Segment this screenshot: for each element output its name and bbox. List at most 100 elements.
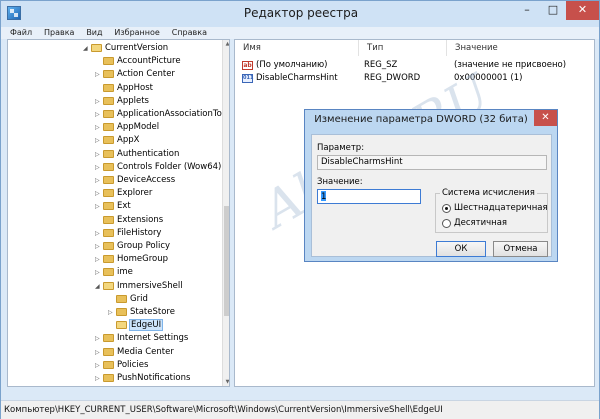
tree-item-label: Policies bbox=[117, 359, 149, 370]
cancel-button[interactable]: Отмена bbox=[493, 241, 548, 257]
tree-item[interactable]: ▷ DeviceAccess bbox=[95, 174, 175, 187]
tree-item[interactable]: AppHost bbox=[95, 82, 153, 95]
minimize-button[interactable]: – bbox=[514, 1, 540, 20]
title-bar[interactable]: Редактор реестра – □ ✕ bbox=[1, 1, 599, 27]
tree-item-label: CurrentVersion bbox=[105, 43, 169, 53]
tree-item-label: Internet Settings bbox=[117, 333, 189, 344]
list-row-disablecharmshint[interactable]: 011 DisableCharmsHint REG_DWORD 0x000000… bbox=[235, 72, 594, 85]
expand-arrow-icon[interactable]: ▷ bbox=[95, 227, 102, 240]
tree-item[interactable]: Grid bbox=[108, 293, 148, 306]
scroll-up-icon[interactable]: ▲ bbox=[223, 41, 229, 47]
tree-item[interactable]: ◢ CurrentVersion bbox=[83, 42, 168, 55]
scroll-down-icon[interactable]: ▼ bbox=[223, 379, 229, 385]
tree-item[interactable]: ◢ ImmersiveShell bbox=[95, 280, 183, 293]
folder-icon bbox=[103, 347, 114, 356]
tree-item[interactable]: ▷ StateStore bbox=[108, 306, 175, 319]
tree-item[interactable]: ▷ ime bbox=[95, 266, 133, 279]
radio-dec[interactable]: Десятичная bbox=[442, 218, 507, 229]
menu-view[interactable]: Вид bbox=[86, 27, 102, 38]
tree-item-label: Extensions bbox=[117, 214, 164, 225]
column-header-value[interactable]: Значение bbox=[447, 40, 594, 56]
tree-scrollbar[interactable]: ▲ ▼ bbox=[222, 40, 229, 386]
expand-arrow-icon[interactable]: ▷ bbox=[95, 253, 102, 266]
radio-hex-label: Шестнадцатеричная bbox=[454, 203, 548, 213]
list-row-default[interactable]: ab (По умолчанию) REG_SZ (значение не пр… bbox=[235, 59, 594, 72]
tree-item[interactable]: ▷ Applets bbox=[95, 95, 149, 108]
folder-icon bbox=[103, 57, 114, 66]
column-header-name[interactable]: Имя bbox=[235, 40, 359, 56]
registry-tree[interactable]: ▲ ▼ ◢ CurrentVersion AccountPicture ▷ Action… bbox=[7, 39, 230, 387]
expand-arrow-icon[interactable]: ▷ bbox=[95, 346, 102, 359]
radio-hex[interactable]: Шестнадцатеричная bbox=[442, 203, 548, 214]
tree-item[interactable]: AccountPicture bbox=[95, 55, 181, 68]
tree-item[interactable]: EdgeUI bbox=[108, 319, 164, 332]
expand-arrow-icon[interactable]: ▷ bbox=[95, 372, 102, 385]
folder-icon bbox=[116, 321, 127, 330]
tree-item[interactable]: ▷ HomeGroup bbox=[95, 253, 168, 266]
expand-arrow-icon[interactable]: ▷ bbox=[95, 187, 102, 200]
tree-item[interactable]: ▷ PushNotifications bbox=[95, 372, 190, 385]
folder-icon bbox=[103, 360, 114, 369]
tree-item-label: Explorer bbox=[117, 188, 153, 199]
expand-arrow-icon[interactable]: ▷ bbox=[95, 121, 102, 134]
expand-arrow-icon[interactable]: ▷ bbox=[95, 68, 102, 81]
expand-arrow-icon[interactable]: ▷ bbox=[95, 332, 102, 345]
tree-item[interactable]: ▷ AppX bbox=[95, 134, 139, 147]
menu-file[interactable]: Файл bbox=[10, 27, 32, 38]
column-header-type[interactable]: Тип bbox=[359, 40, 447, 56]
expand-arrow-icon[interactable]: ▷ bbox=[95, 200, 102, 213]
tree-item[interactable]: ▷ Ext bbox=[95, 200, 131, 213]
maximize-button[interactable]: □ bbox=[540, 1, 566, 20]
expand-arrow-icon[interactable]: ▷ bbox=[95, 134, 102, 147]
expand-arrow-icon[interactable]: ▷ bbox=[95, 240, 102, 253]
menu-favorites[interactable]: Избранное bbox=[114, 27, 159, 38]
tree-item[interactable]: ▷ AppModel bbox=[95, 121, 159, 134]
tree-item-label: Action Center bbox=[117, 69, 175, 80]
folder-icon bbox=[103, 215, 114, 224]
edit-dword-dialog: Изменение параметра DWORD (32 бита) ✕ Па… bbox=[304, 109, 558, 262]
expand-arrow-icon[interactable]: ▷ bbox=[95, 148, 102, 161]
expanded-arrow-icon[interactable]: ◢ bbox=[95, 280, 102, 293]
tree-item[interactable]: ▷ Explorer bbox=[95, 187, 152, 200]
tree-item[interactable]: ▷ Media Center bbox=[95, 346, 174, 359]
folder-icon bbox=[103, 83, 114, 92]
expanded-arrow-icon[interactable]: ◢ bbox=[83, 42, 90, 55]
tree-item[interactable]: ▷ Group Policy bbox=[95, 240, 170, 253]
tree-item-label: ApplicationAssociationTo bbox=[117, 109, 222, 119]
radio-hex-icon[interactable] bbox=[442, 204, 451, 213]
value-name: DisableCharmsHint bbox=[256, 73, 338, 83]
ok-button[interactable]: ОК bbox=[436, 241, 486, 257]
expand-arrow-icon[interactable]: ▷ bbox=[95, 359, 102, 372]
value-input[interactable]: 1 bbox=[317, 189, 421, 204]
folder-icon bbox=[91, 44, 102, 52]
value-type: REG_SZ bbox=[364, 60, 398, 70]
expand-arrow-icon[interactable]: ▷ bbox=[95, 161, 102, 174]
tree-item[interactable]: ▷ ApplicationAssociationTo bbox=[95, 108, 222, 121]
tree-item[interactable]: ▷ Internet Settings bbox=[95, 332, 188, 345]
menu-bar: Файл Правка Вид Избранное Справка bbox=[1, 27, 599, 39]
dialog-close-button[interactable]: ✕ bbox=[534, 110, 557, 126]
scroll-thumb[interactable] bbox=[224, 206, 229, 316]
tree-item[interactable]: ▷ Authentication bbox=[95, 148, 179, 161]
folder-icon bbox=[103, 334, 114, 343]
expand-arrow-icon[interactable]: ▷ bbox=[108, 306, 115, 319]
tree-item[interactable]: ▷ Controls Folder (Wow64) bbox=[95, 161, 221, 174]
param-name-field: DisableCharmsHint bbox=[317, 155, 547, 170]
radio-dec-icon[interactable] bbox=[442, 219, 451, 228]
folder-icon bbox=[103, 96, 114, 105]
tree-item-label: Grid bbox=[130, 293, 148, 304]
close-button[interactable]: ✕ bbox=[566, 1, 599, 20]
tree-item[interactable]: ▷ Policies bbox=[95, 359, 148, 372]
tree-item[interactable]: ▷ Action Center bbox=[95, 68, 175, 81]
expand-arrow-icon[interactable]: ▷ bbox=[95, 95, 102, 108]
tree-item[interactable]: ▷ FileHistory bbox=[95, 227, 161, 240]
expand-arrow-icon[interactable]: ▷ bbox=[95, 108, 102, 121]
expand-arrow-icon[interactable]: ▷ bbox=[95, 266, 102, 279]
menu-help[interactable]: Справка bbox=[172, 27, 207, 38]
tree-item[interactable]: Extensions bbox=[95, 214, 163, 227]
dialog-body: Параметр: DisableCharmsHint Значение: 1 … bbox=[311, 134, 552, 257]
registry-editor-window: Редактор реестра – □ ✕ Файл Правка Вид И… bbox=[0, 0, 600, 419]
menu-edit[interactable]: Правка bbox=[44, 27, 74, 38]
folder-icon bbox=[103, 189, 114, 198]
expand-arrow-icon[interactable]: ▷ bbox=[95, 174, 102, 187]
